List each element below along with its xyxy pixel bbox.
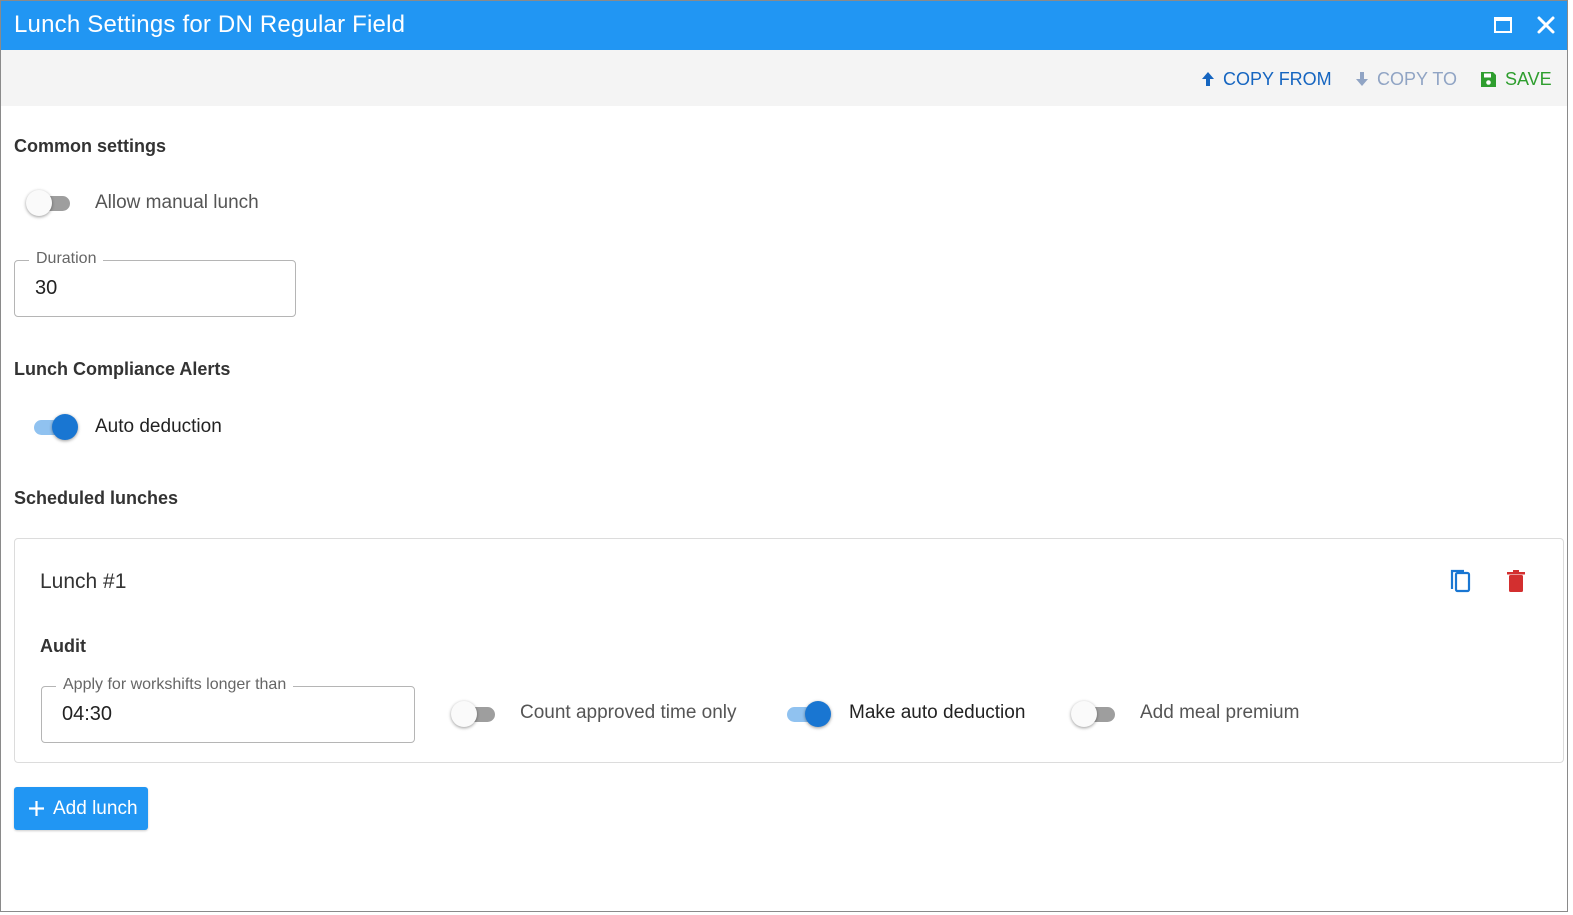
- auto-deduction-label: Auto deduction: [95, 416, 222, 437]
- copy-to-label: COPY TO: [1377, 68, 1458, 89]
- lunch-compliance-alerts-heading: Lunch Compliance Alerts: [14, 359, 231, 379]
- lunch-card: Lunch #1 Audit Apply for workshifts long…: [14, 538, 1564, 763]
- copy-icon[interactable]: [1447, 567, 1475, 595]
- apply-workshifts-label: Apply for workshifts longer than: [56, 676, 294, 694]
- close-icon[interactable]: [1534, 13, 1558, 37]
- toggle-thumb: [52, 414, 78, 440]
- copy-from-button[interactable]: COPY FROM: [1201, 68, 1332, 90]
- toggle-thumb: [451, 701, 477, 727]
- add-meal-premium-toggle[interactable]: [1071, 699, 1121, 729]
- save-button[interactable]: SAVE: [1480, 68, 1552, 90]
- toggle-thumb: [26, 190, 52, 216]
- arrow-up-icon: [1202, 72, 1214, 86]
- allow-manual-lunch-label: Allow manual lunch: [95, 192, 259, 213]
- toggle-thumb: [1071, 701, 1097, 727]
- title-bar: Lunch Settings for DN Regular Field: [1, 1, 1567, 50]
- add-lunch-label: Add lunch: [53, 797, 138, 819]
- duration-field[interactable]: Duration: [14, 250, 296, 317]
- make-auto-deduction-label: Make auto deduction: [849, 702, 1026, 723]
- common-settings-heading: Common settings: [14, 136, 167, 156]
- maximize-icon[interactable]: [1491, 13, 1515, 37]
- count-approved-time-toggle[interactable]: [451, 699, 501, 729]
- apply-workshifts-input[interactable]: [62, 703, 282, 726]
- delete-icon[interactable]: [1502, 567, 1530, 595]
- apply-workshifts-field[interactable]: Apply for workshifts longer than: [41, 676, 415, 743]
- lunch-settings-window: Lunch Settings for DN Regular Field COPY…: [0, 0, 1568, 912]
- auto-deduction-toggle[interactable]: [28, 412, 78, 442]
- add-meal-premium-label: Add meal premium: [1140, 702, 1300, 723]
- save-label: SAVE: [1505, 68, 1552, 89]
- window-title: Lunch Settings for DN Regular Field: [14, 11, 406, 38]
- audit-heading: Audit: [40, 636, 86, 656]
- toolbar: COPY FROM COPY TO SAVE: [1, 50, 1567, 106]
- add-lunch-button[interactable]: Add lunch: [14, 787, 148, 830]
- toggle-thumb: [805, 701, 831, 727]
- floppy-disk-icon: [1481, 71, 1496, 87]
- arrow-down-icon: [1356, 72, 1368, 86]
- make-auto-deduction-toggle[interactable]: [781, 699, 831, 729]
- allow-manual-lunch-toggle[interactable]: [26, 188, 76, 218]
- copy-from-label: COPY FROM: [1223, 68, 1332, 89]
- copy-to-button[interactable]: COPY TO: [1355, 68, 1457, 90]
- duration-field-label: Duration: [29, 250, 104, 268]
- count-approved-time-label: Count approved time only: [520, 702, 737, 723]
- plus-icon: [29, 801, 44, 816]
- duration-input[interactable]: [35, 277, 255, 300]
- lunch-title: Lunch #1: [40, 570, 127, 593]
- scheduled-lunches-heading: Scheduled lunches: [14, 488, 179, 508]
